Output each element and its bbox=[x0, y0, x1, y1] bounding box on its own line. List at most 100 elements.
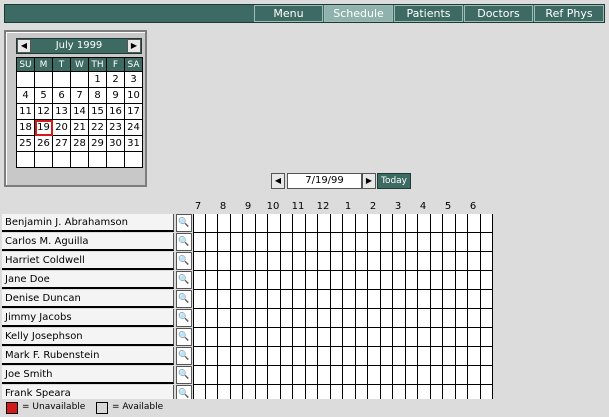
time-slot[interactable] bbox=[443, 385, 456, 399]
calendar-day[interactable]: 1 bbox=[89, 72, 107, 88]
time-slot[interactable] bbox=[205, 328, 218, 347]
time-slot[interactable] bbox=[330, 252, 343, 271]
time-slot[interactable] bbox=[380, 214, 393, 233]
time-slot[interactable] bbox=[305, 309, 318, 328]
prev-day-arrow-icon[interactable]: ◀ bbox=[271, 173, 285, 189]
time-slot[interactable] bbox=[318, 233, 331, 252]
time-slot[interactable] bbox=[480, 290, 493, 309]
doctor-name[interactable]: Jimmy Jacobs bbox=[2, 309, 174, 327]
time-slot[interactable] bbox=[380, 385, 393, 399]
time-slot[interactable] bbox=[468, 290, 481, 309]
time-slot[interactable] bbox=[455, 233, 468, 252]
time-slot[interactable] bbox=[268, 328, 281, 347]
time-slot[interactable] bbox=[205, 233, 218, 252]
doctor-name[interactable]: Carlos M. Aguilla bbox=[2, 233, 174, 251]
time-slot[interactable] bbox=[380, 347, 393, 366]
time-slot[interactable] bbox=[255, 290, 268, 309]
nav-schedule-button[interactable]: Schedule bbox=[324, 5, 393, 22]
time-slot[interactable] bbox=[205, 271, 218, 290]
time-slot[interactable] bbox=[268, 290, 281, 309]
time-slot[interactable] bbox=[430, 290, 443, 309]
time-slot[interactable] bbox=[280, 233, 293, 252]
time-slot[interactable] bbox=[368, 252, 381, 271]
time-slot[interactable] bbox=[293, 252, 306, 271]
time-slot[interactable] bbox=[418, 252, 431, 271]
time-slot[interactable] bbox=[430, 309, 443, 328]
time-slot[interactable] bbox=[280, 347, 293, 366]
time-slot[interactable] bbox=[218, 347, 231, 366]
time-slot[interactable] bbox=[480, 347, 493, 366]
time-slot[interactable] bbox=[218, 233, 231, 252]
time-slot[interactable] bbox=[318, 214, 331, 233]
time-slot[interactable] bbox=[280, 214, 293, 233]
time-slot[interactable] bbox=[268, 385, 281, 399]
time-slot[interactable] bbox=[405, 366, 418, 385]
search-icon[interactable]: 🔍 bbox=[176, 366, 192, 384]
time-slot[interactable] bbox=[305, 385, 318, 399]
time-slot[interactable] bbox=[218, 309, 231, 328]
time-slot[interactable] bbox=[243, 347, 256, 366]
time-slot[interactable] bbox=[468, 366, 481, 385]
time-slot[interactable] bbox=[318, 309, 331, 328]
time-slot[interactable] bbox=[355, 252, 368, 271]
time-slot[interactable] bbox=[380, 252, 393, 271]
time-slot[interactable] bbox=[405, 252, 418, 271]
time-slot[interactable] bbox=[468, 233, 481, 252]
nav-doctors-button[interactable]: Doctors bbox=[464, 5, 533, 22]
time-slot[interactable] bbox=[468, 347, 481, 366]
calendar-day[interactable]: 15 bbox=[89, 104, 107, 120]
time-slot[interactable] bbox=[393, 271, 406, 290]
time-slot[interactable] bbox=[268, 347, 281, 366]
time-slot[interactable] bbox=[268, 252, 281, 271]
time-slot[interactable] bbox=[318, 252, 331, 271]
time-slot[interactable] bbox=[443, 214, 456, 233]
time-slot[interactable] bbox=[393, 328, 406, 347]
time-slot[interactable] bbox=[293, 328, 306, 347]
time-slot[interactable] bbox=[368, 233, 381, 252]
time-slot[interactable] bbox=[430, 328, 443, 347]
time-slot[interactable] bbox=[455, 252, 468, 271]
time-slot[interactable] bbox=[418, 290, 431, 309]
time-slot[interactable] bbox=[268, 271, 281, 290]
time-slot[interactable] bbox=[318, 385, 331, 399]
time-slot[interactable] bbox=[293, 366, 306, 385]
time-slot[interactable] bbox=[430, 366, 443, 385]
search-icon[interactable]: 🔍 bbox=[176, 271, 192, 289]
time-slot[interactable] bbox=[243, 214, 256, 233]
time-slot[interactable] bbox=[293, 309, 306, 328]
time-slot[interactable] bbox=[305, 366, 318, 385]
time-slot[interactable] bbox=[330, 385, 343, 399]
time-slot[interactable] bbox=[418, 385, 431, 399]
time-slot[interactable] bbox=[205, 252, 218, 271]
time-slot[interactable] bbox=[443, 271, 456, 290]
time-slot[interactable] bbox=[368, 309, 381, 328]
time-slot[interactable] bbox=[293, 290, 306, 309]
time-slot[interactable] bbox=[480, 309, 493, 328]
time-slot[interactable] bbox=[218, 252, 231, 271]
time-slot[interactable] bbox=[330, 309, 343, 328]
time-slot[interactable] bbox=[480, 328, 493, 347]
calendar-day[interactable]: 4 bbox=[17, 88, 35, 104]
time-slot[interactable] bbox=[293, 233, 306, 252]
time-slot[interactable] bbox=[193, 347, 206, 366]
time-slot[interactable] bbox=[405, 290, 418, 309]
time-slot[interactable] bbox=[280, 271, 293, 290]
time-slot[interactable] bbox=[193, 252, 206, 271]
time-slot[interactable] bbox=[368, 214, 381, 233]
time-slot[interactable] bbox=[468, 385, 481, 399]
time-slot[interactable] bbox=[330, 233, 343, 252]
time-slot[interactable] bbox=[443, 290, 456, 309]
calendar-day[interactable]: 2 bbox=[107, 72, 125, 88]
doctor-name[interactable]: Kelly Josephson bbox=[2, 328, 174, 346]
time-slot[interactable] bbox=[468, 214, 481, 233]
time-slot[interactable] bbox=[380, 290, 393, 309]
search-icon[interactable]: 🔍 bbox=[176, 233, 192, 251]
time-slot[interactable] bbox=[405, 214, 418, 233]
time-slot[interactable] bbox=[268, 309, 281, 328]
calendar-day[interactable]: 18 bbox=[17, 120, 35, 136]
time-slot[interactable] bbox=[393, 309, 406, 328]
time-slot[interactable] bbox=[230, 309, 243, 328]
time-slot[interactable] bbox=[305, 214, 318, 233]
time-slot[interactable] bbox=[455, 347, 468, 366]
time-slot[interactable] bbox=[205, 309, 218, 328]
